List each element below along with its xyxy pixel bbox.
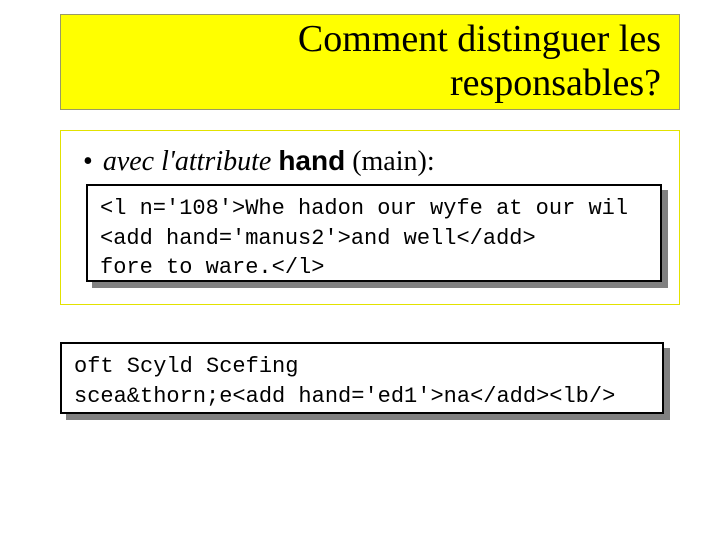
bullet-hand-word: hand [278, 145, 345, 176]
codebox-2: oft Scyld Scefing scea&thorn;e<add hand=… [60, 342, 664, 414]
codebox-1: <l n='108'>Whe hadon our wyfe at our wil… [86, 184, 662, 282]
title-line-1: Comment distinguer les [298, 18, 661, 62]
code1-line2: <add hand='manus2'>and well</add> [100, 226, 536, 251]
bullet-dot-icon: • [83, 146, 93, 178]
bullet-line: • avec l'attribute hand (main): [75, 145, 665, 178]
code1-line1: <l n='108'>Whe hadon our wyfe at our wil [100, 196, 628, 221]
code2-line1: oft Scyld Scefing [74, 354, 298, 379]
bullet-paren: (main): [352, 146, 434, 177]
code1-line3: fore to ware.</l> [100, 255, 324, 280]
title-line-2: responsables? [450, 62, 661, 106]
title-bar: Comment distinguer les responsables? [60, 14, 680, 110]
bullet-text: avec l'attribute hand (main): [103, 145, 435, 178]
code2-line2: scea&thorn;e<add hand='ed1'>na</add><lb/… [74, 384, 615, 409]
bullet-prefix: avec l'attribute [103, 146, 272, 177]
